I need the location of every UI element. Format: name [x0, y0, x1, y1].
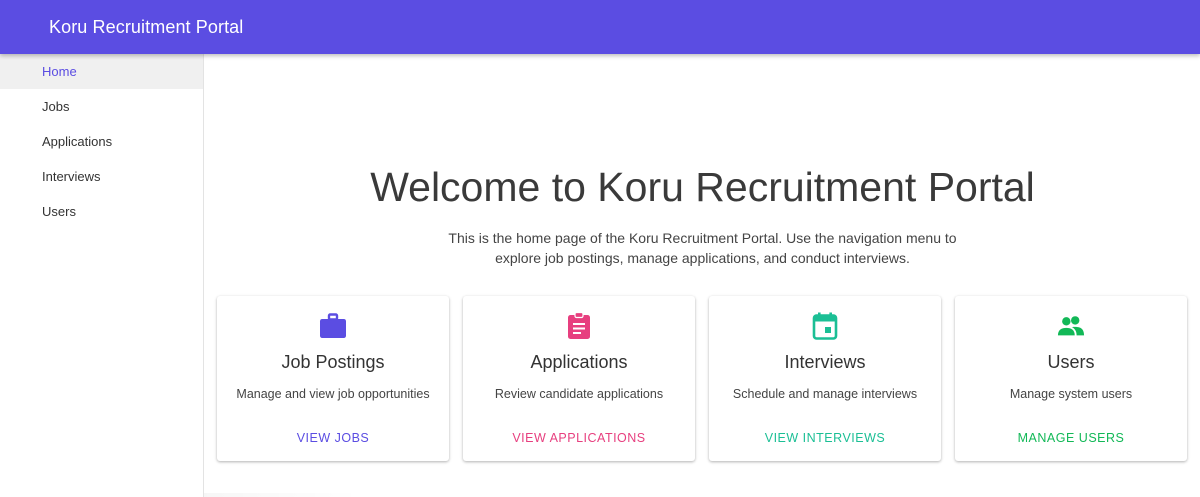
intro-line: This is the home page of the Koru Recrui…: [448, 230, 957, 246]
app-bar: Koru Recruitment Portal: [0, 0, 1200, 54]
sidebar: Home Jobs Applications Interviews Users: [0, 54, 204, 497]
feature-cards: Job Postings Manage and view job opportu…: [217, 296, 1187, 461]
sidebar-item-users[interactable]: Users: [0, 194, 203, 229]
card-title: Job Postings: [281, 352, 385, 372]
card-interviews: Interviews Schedule and manage interview…: [709, 296, 941, 461]
manage-users-button[interactable]: MANAGE USERS: [1018, 431, 1125, 445]
card-description: Manage system users: [1009, 387, 1133, 401]
card-title: Applications: [530, 352, 628, 372]
intro-text: This is the home page of the Koru Recrui…: [205, 228, 1200, 268]
sidebar-item-home[interactable]: Home: [0, 54, 203, 89]
intro-line: explore job postings, manage application…: [495, 250, 910, 266]
clipboard-icon: [565, 312, 593, 340]
card-title: Interviews: [784, 352, 866, 372]
card-description: Manage and view job opportunities: [236, 387, 430, 401]
main-content: Welcome to Koru Recruitment Portal This …: [205, 54, 1200, 497]
card-users: Users Manage system users MANAGE USERS: [955, 296, 1187, 461]
people-icon: [1057, 312, 1085, 340]
card-description: Schedule and manage interviews: [732, 387, 918, 401]
sidebar-item-interviews[interactable]: Interviews: [0, 159, 203, 194]
page-title: Welcome to Koru Recruitment Portal: [370, 164, 1035, 210]
card-job-postings: Job Postings Manage and view job opportu…: [217, 296, 449, 461]
calendar-icon: [811, 312, 839, 340]
view-interviews-button[interactable]: VIEW INTERVIEWS: [765, 431, 885, 445]
card-title: Users: [1047, 352, 1095, 372]
card-description: Review candidate applications: [494, 387, 664, 401]
app-title: Koru Recruitment Portal: [49, 16, 244, 37]
view-jobs-button[interactable]: VIEW JOBS: [297, 431, 370, 445]
briefcase-icon: [319, 312, 347, 340]
sidebar-item-applications[interactable]: Applications: [0, 124, 203, 159]
sidebar-item-jobs[interactable]: Jobs: [0, 89, 203, 124]
view-applications-button[interactable]: VIEW APPLICATIONS: [512, 431, 645, 445]
card-applications: Applications Review candidate applicatio…: [463, 296, 695, 461]
